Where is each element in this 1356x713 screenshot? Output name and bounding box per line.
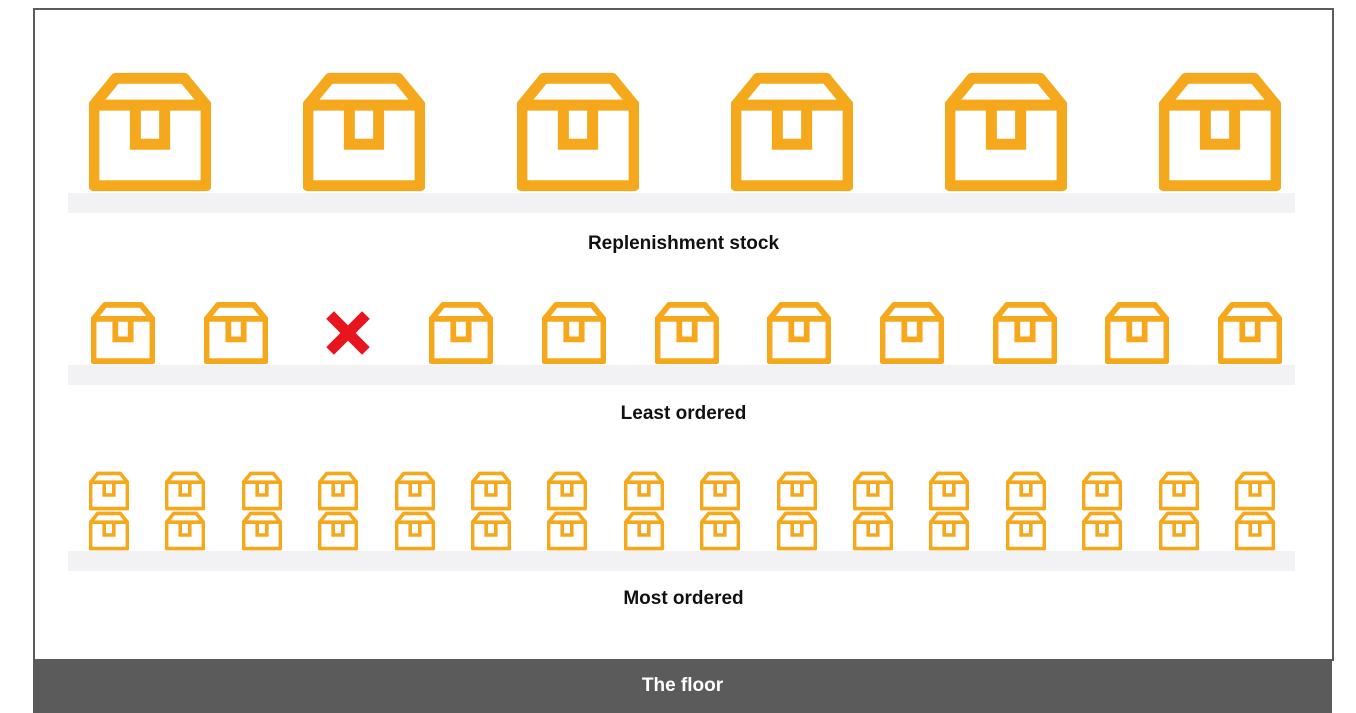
shelf-plank — [68, 551, 1295, 571]
package-box-icon — [394, 471, 435, 511]
package-box-icon — [303, 71, 425, 193]
package-box-icon — [776, 511, 817, 551]
package-box-icon — [203, 301, 268, 365]
package-box-icon — [1082, 471, 1123, 511]
floor-bar: The floor — [33, 659, 1332, 713]
shelf-plank — [68, 193, 1295, 213]
package-box-icon — [394, 511, 435, 551]
shelf-label: Replenishment stock — [587, 233, 780, 254]
package-box-icon — [165, 471, 206, 511]
package-box-icon — [1218, 301, 1282, 365]
package-box-icon — [1235, 511, 1275, 551]
warehouse-frame: Replenishment stock Least ordered Most o… — [33, 8, 1334, 661]
package-box-icon — [1105, 301, 1170, 365]
package-box-icon — [1082, 511, 1123, 551]
package-box-icon — [700, 511, 741, 551]
package-box-icon — [91, 301, 155, 365]
package-box-icon — [700, 471, 741, 511]
package-box-icon — [929, 511, 970, 551]
package-box-icon — [429, 301, 494, 365]
package-box-icon — [992, 301, 1057, 365]
package-box-icon — [731, 71, 853, 193]
package-box-icon — [89, 471, 129, 511]
package-box-icon — [541, 301, 606, 365]
package-box-icon — [654, 301, 719, 365]
shelf-label: Most ordered — [623, 588, 744, 609]
package-box-icon — [623, 511, 664, 551]
red-x-icon — [316, 301, 380, 365]
package-box-icon — [1005, 511, 1046, 551]
package-box-icon — [1158, 471, 1199, 511]
floor-label: The floor — [641, 675, 724, 696]
package-box-icon — [853, 471, 893, 511]
package-box-icon — [165, 511, 206, 551]
shelf-plank — [68, 365, 1295, 385]
package-box-icon — [547, 471, 588, 511]
package-box-icon — [89, 71, 211, 193]
package-box-icon — [471, 511, 511, 551]
package-box-icon — [853, 511, 893, 551]
package-box-icon — [241, 471, 282, 511]
package-box-icon — [89, 511, 129, 551]
package-box-icon — [1235, 471, 1275, 511]
package-box-icon — [241, 511, 282, 551]
package-box-icon — [623, 471, 664, 511]
package-box-icon — [318, 471, 359, 511]
package-box-icon — [517, 71, 639, 193]
package-box-icon — [318, 511, 359, 551]
package-box-icon — [1005, 471, 1046, 511]
shelf-label: Least ordered — [620, 403, 747, 424]
package-box-icon — [1158, 511, 1199, 551]
package-box-icon — [1159, 71, 1281, 193]
package-box-icon — [471, 471, 511, 511]
package-box-icon — [547, 511, 588, 551]
package-box-icon — [776, 471, 817, 511]
package-box-icon — [879, 301, 944, 365]
package-box-icon — [945, 71, 1067, 193]
package-box-icon — [767, 301, 832, 365]
package-box-icon — [929, 471, 970, 511]
